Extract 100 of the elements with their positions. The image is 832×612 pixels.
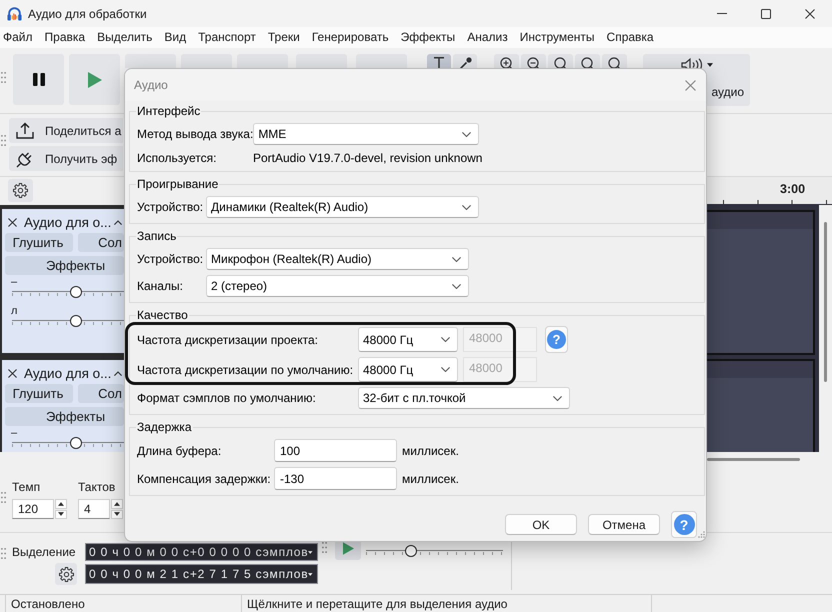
group-title: Интерфейс [136, 104, 202, 118]
grip-icon[interactable] [1, 72, 6, 83]
magnifier-icon [554, 57, 568, 71]
dropdown[interactable]: 48000 Гц [358, 327, 458, 352]
field-label: Выделение [12, 545, 77, 559]
mute-button[interactable]: Глушить [5, 384, 73, 403]
group-title: Задержка [136, 420, 192, 434]
timeline-label: 3:00 [780, 182, 806, 196]
dropdown[interactable]: Микрофон (Realtek(R) Audio) [206, 248, 469, 270]
slider-label: – [11, 277, 18, 287]
spin-field[interactable]: 4 [78, 499, 110, 519]
play-icon [88, 72, 102, 88]
field-label: Устройство: [137, 252, 204, 266]
headphones-logo-icon [7, 6, 22, 21]
play-icon [342, 542, 354, 555]
mute-button[interactable]: Глушить [5, 233, 73, 252]
grip-icon[interactable] [1, 492, 6, 503]
caret-down-icon [706, 63, 712, 67]
settings-button[interactable] [8, 179, 33, 202]
solo-button[interactable]: Сол [78, 233, 124, 252]
grip-icon[interactable] [1, 135, 6, 146]
slider-thumb[interactable] [70, 315, 82, 327]
slider-thumb[interactable] [405, 545, 418, 557]
input-field[interactable]: -130 [274, 467, 397, 490]
menu-item[interactable]: Справка [600, 27, 660, 48]
get-effects-button[interactable]: Получить эф [9, 146, 123, 171]
menu-item[interactable]: Треки [262, 27, 306, 48]
share-button[interactable]: Поделиться а [9, 118, 123, 143]
menu-item[interactable]: Эффекты [394, 27, 462, 48]
menu-item[interactable]: Транспорт [192, 27, 262, 48]
spin-up-button[interactable] [55, 499, 67, 508]
dropdown[interactable]: Динамики (Realtek(R) Audio) [206, 196, 479, 218]
field-label: Тактов [78, 480, 116, 494]
menu-item[interactable]: Выделить [91, 27, 158, 48]
zoom-in-icon [500, 57, 514, 71]
settings-button[interactable] [55, 563, 77, 585]
chevron-down-icon [452, 256, 461, 262]
chevron-down-icon [452, 284, 461, 288]
group-title: Качество [136, 308, 189, 322]
effects-button[interactable]: Эффекты [5, 256, 124, 275]
input-field[interactable]: 100 [274, 439, 397, 462]
menu-item[interactable]: Вид [158, 27, 192, 48]
field-label: Частота дискретизации проекта: [137, 332, 319, 346]
scrollbar-thumb[interactable] [824, 222, 827, 382]
spin-down-button[interactable] [111, 510, 123, 519]
timeline-ruler[interactable]: 3:00 [707, 177, 832, 205]
settings-icon [58, 566, 74, 582]
chevron-down-icon [441, 367, 450, 372]
settings-icon [13, 183, 28, 198]
caret-down-icon [58, 512, 64, 516]
scrollbar-thumb[interactable] [707, 458, 800, 461]
microphone-icon [458, 57, 472, 70]
group-title: Запись [136, 229, 178, 243]
slider-thumb[interactable] [70, 437, 82, 449]
field-label: Компенсация задержки: [137, 472, 272, 486]
effects-button[interactable]: Эффекты [5, 407, 124, 426]
slider-label: – [11, 428, 18, 438]
menu-item[interactable]: Правка [38, 27, 92, 48]
unit-label: миллисек. [402, 444, 459, 458]
grip-icon[interactable] [322, 542, 327, 553]
pause-icon [32, 73, 44, 86]
chevron-down-icon [441, 337, 450, 342]
slider-label: л [11, 306, 18, 316]
time-field[interactable]: 0 0 ч 0 0 м 2 1 с+2 7 1 7 5 сэмплов [85, 564, 318, 584]
slider-thumb[interactable] [70, 286, 82, 298]
zoom-out-icon [526, 57, 540, 71]
time-field[interactable]: 0 0 ч 0 0 м 0 0 с+0 0 0 0 0 сэмплов [85, 543, 318, 561]
field-label: Частота дискретизации по умолчанию: [137, 362, 354, 376]
dropdown[interactable]: 48000 Гц [358, 357, 458, 382]
ok-button[interactable]: OK [505, 514, 577, 535]
field-label: Метод вывода звука: [137, 127, 254, 141]
chevron-down-icon [462, 132, 472, 136]
pause-button[interactable] [13, 54, 64, 105]
menu-item[interactable]: Генерировать [306, 27, 395, 48]
menu-item[interactable]: Инструменты [514, 27, 601, 48]
close-icon [684, 80, 696, 90]
spin-field[interactable]: 120 [12, 499, 54, 519]
dropdown[interactable]: 2 (стерео) [206, 275, 469, 297]
play-button[interactable] [69, 54, 120, 105]
dropdown[interactable]: 32-бит с пл.точкой [358, 387, 570, 409]
spin-down-button[interactable] [55, 510, 67, 519]
info-text: PortAudio V19.7.0-devel, revision unknown [253, 151, 482, 165]
caret-down-icon [114, 512, 120, 516]
maximize-icon [761, 8, 771, 18]
caret-down-icon [308, 572, 313, 576]
spin-up-button[interactable] [111, 499, 123, 508]
dropdown[interactable]: MME [253, 123, 480, 145]
resize-grip-icon[interactable] [698, 531, 705, 538]
grip-icon[interactable] [1, 548, 6, 559]
solo-button[interactable]: Сол [78, 384, 124, 403]
cancel-button[interactable]: Отмена [588, 514, 660, 535]
track-name[interactable]: Аудио для о... [24, 366, 112, 380]
track-name[interactable]: Аудио для о... [24, 214, 112, 230]
field-label: Формат сэмплов по умолчанию: [137, 391, 317, 405]
menu-item[interactable]: Анализ [461, 27, 514, 48]
minimize-icon [717, 13, 727, 14]
menu-item[interactable]: Файл [0, 27, 39, 48]
status-text: Щёлкните и перетащите для выделения аудио [247, 596, 508, 612]
caret-down-icon [308, 550, 313, 554]
magnifier-icon [580, 57, 594, 71]
